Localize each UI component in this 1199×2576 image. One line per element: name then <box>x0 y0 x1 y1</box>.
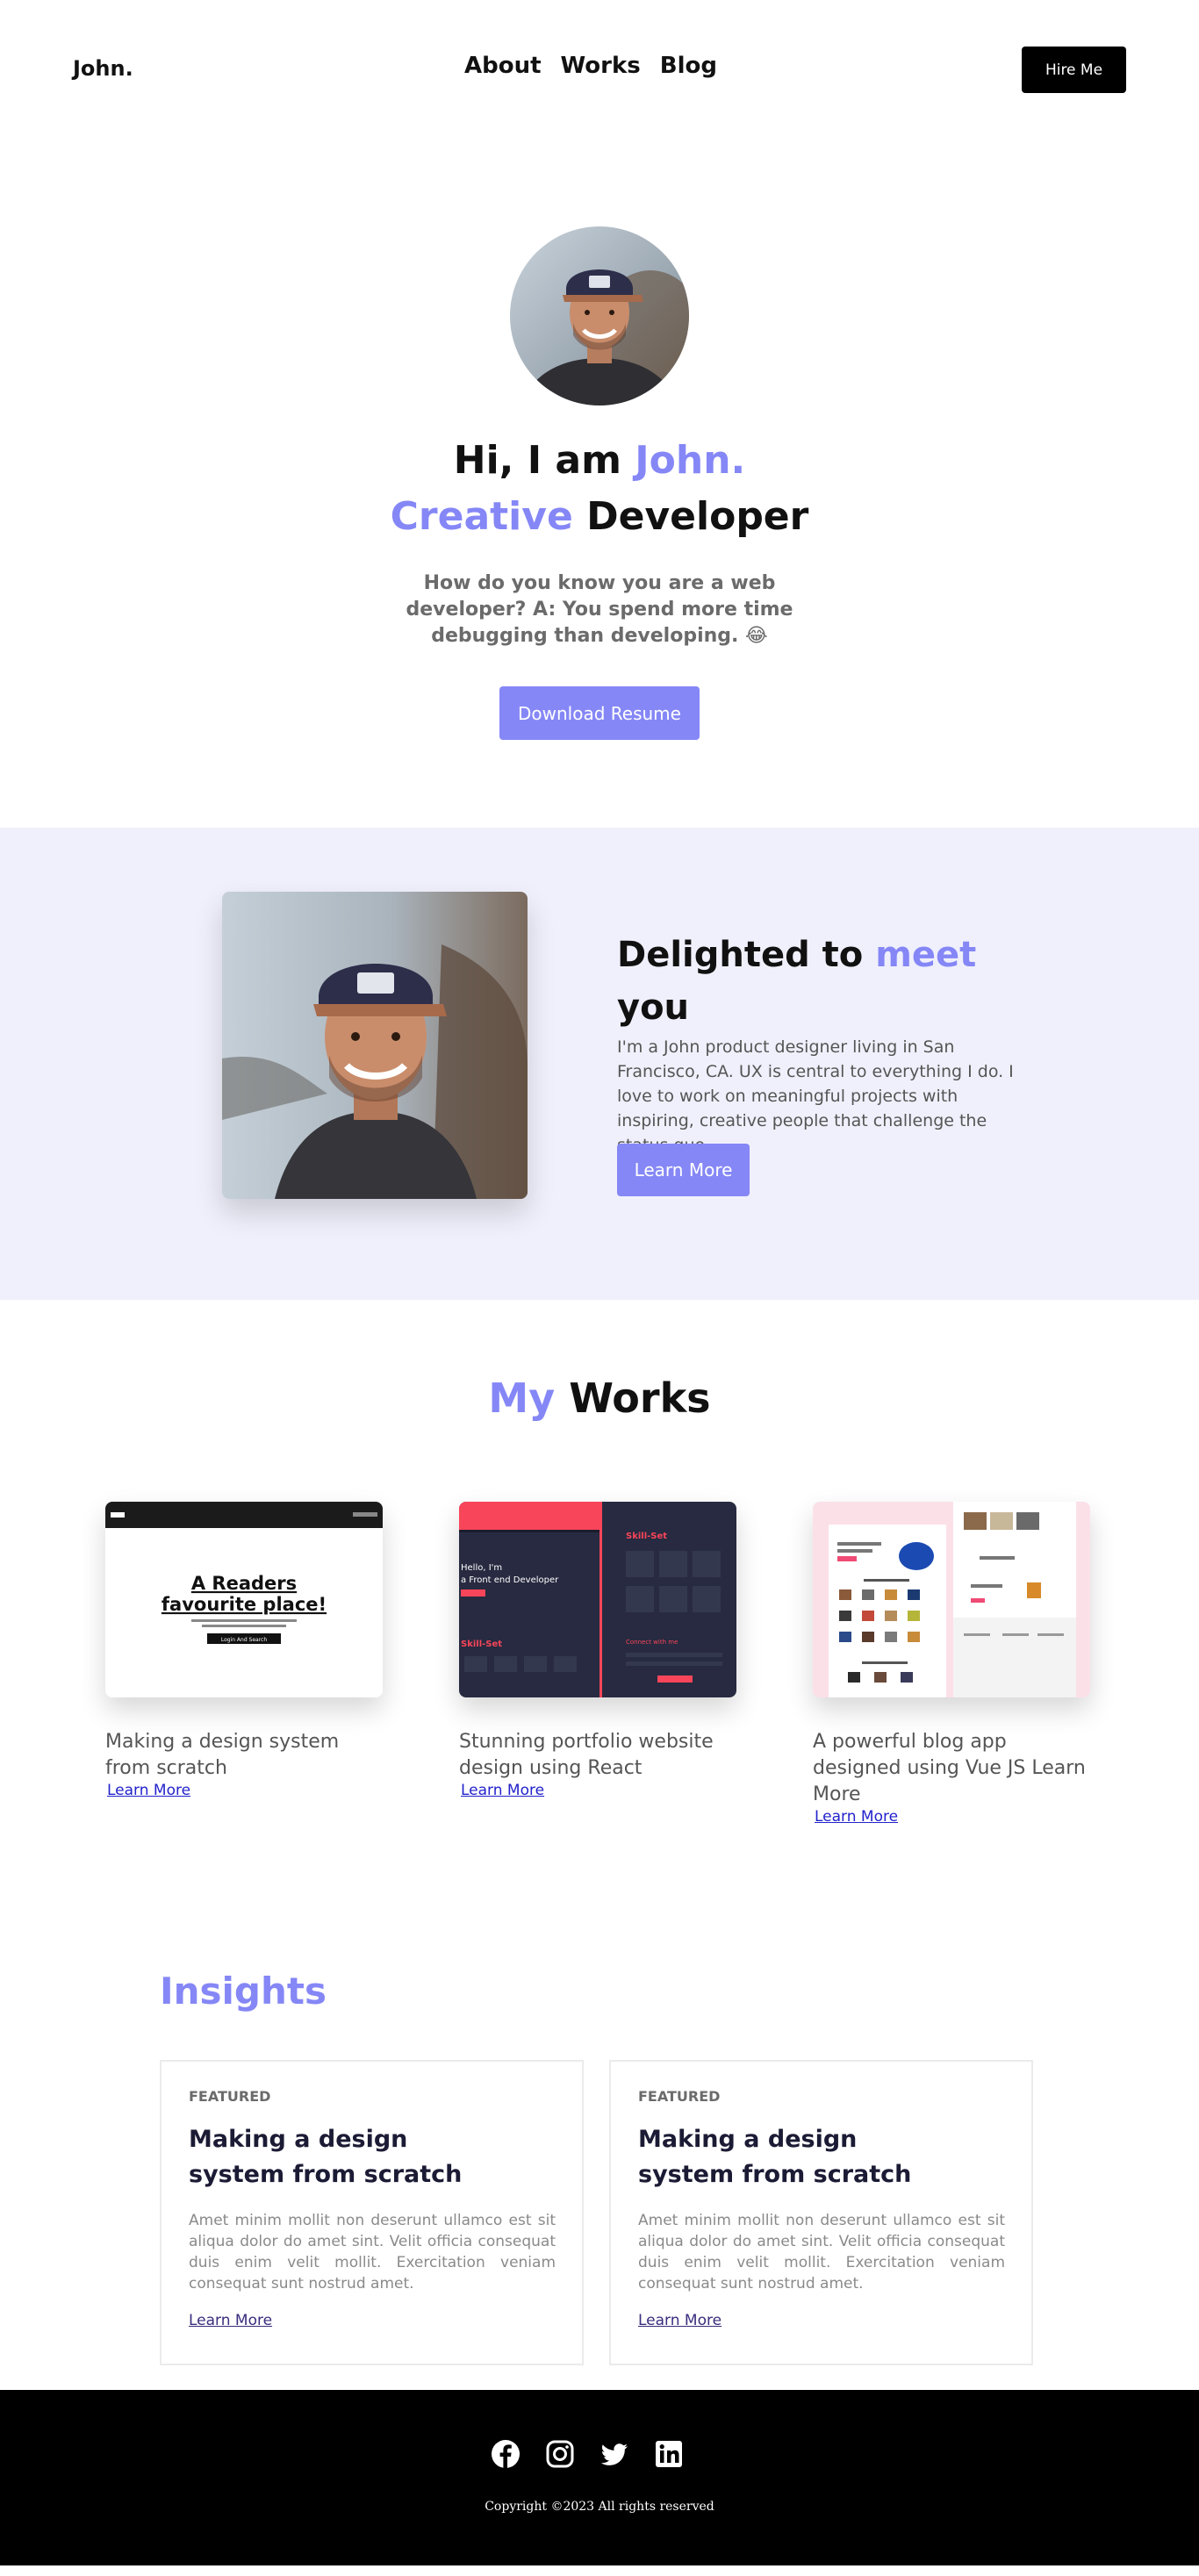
insights-section: Insights FEATURED Making a design system… <box>0 1908 1199 2390</box>
about-heading-part2: you <box>617 987 690 1028</box>
hero-name: John. <box>635 438 746 483</box>
work-description: Stunning portfolio website design using … <box>459 1731 714 1779</box>
hero-section: Hi, I am John. Creative Developer How do… <box>0 139 1199 828</box>
work-thumbnail-vue-blog[interactable] <box>813 1502 1090 1697</box>
work-description: A powerful blog app designed using Vue J… <box>813 1731 1086 1805</box>
about-heading: Delighted to meet you <box>617 929 986 1034</box>
site-header: John. About Works Blog Hire Me <box>0 0 1199 139</box>
insight-title: Making a design system from scratch <box>638 2126 912 2188</box>
nav-blog-link[interactable]: Blog <box>660 53 717 79</box>
insight-card: FEATURED Making a design system from scr… <box>160 2060 584 2365</box>
insights-heading: Insights <box>160 1970 327 2013</box>
site-logo[interactable]: John. <box>73 56 133 81</box>
thumb-heading-line2: favourite place! <box>162 1594 327 1615</box>
work-card: A Readers favourite place! Login And Sea… <box>105 1502 386 1799</box>
work-learn-more-link[interactable]: Learn More <box>107 1782 386 1799</box>
hero-joke: How do you know you are a web developer?… <box>406 572 793 647</box>
nav-about-link[interactable]: About <box>464 53 542 79</box>
hero-avatar <box>510 226 689 405</box>
works-heading: My Works <box>0 1374 1199 1422</box>
insight-body: Amet minim mollit non deserunt ullamco e… <box>189 2212 556 2293</box>
thumb-login-button: Login And Search <box>221 1637 268 1643</box>
hero-heading: Hi, I am John. Creative Developer <box>0 433 1199 545</box>
insight-tag: FEATURED <box>638 2088 721 2105</box>
site-footer: Copyright ©2023 All rights reserved <box>0 2390 1199 2565</box>
thumb-heading-line1: A Readers <box>191 1573 297 1594</box>
works-heading-rest: Works <box>555 1374 711 1422</box>
hero-role-accent: Creative <box>390 494 573 539</box>
thumb-dev-line: a Front end Developer <box>461 1575 559 1585</box>
hero-greeting-line: Hi, I am John. <box>0 433 1199 489</box>
about-heading-accent: meet <box>875 935 977 975</box>
about-photo <box>222 892 528 1199</box>
work-learn-more-link[interactable]: Learn More <box>815 1808 1094 1826</box>
insight-body: Amet minim mollit non deserunt ullamco e… <box>638 2212 1005 2293</box>
download-resume-button[interactable]: Download Resume <box>499 686 700 740</box>
work-thumbnail-readers[interactable]: A Readers favourite place! Login And Sea… <box>105 1502 383 1697</box>
work-learn-more-link[interactable]: Learn More <box>461 1782 740 1799</box>
about-section: Delighted to meet you I'm a John product … <box>0 828 1199 1300</box>
about-text: I'm a John product designer living in Sa… <box>617 1037 1014 1155</box>
social-links <box>490 2438 685 2470</box>
twitter-icon[interactable] <box>599 2438 630 2470</box>
thumb-skillset-left: Skill-Set <box>461 1640 502 1649</box>
insight-learn-more-link[interactable]: Learn More <box>189 2312 272 2329</box>
linkedin-icon[interactable] <box>653 2438 685 2470</box>
work-description: Making a design system from scratch <box>105 1731 340 1779</box>
insight-title: Making a design system from scratch <box>189 2126 463 2188</box>
copyright-text: Copyright ©2023 All rights reserved <box>485 2500 714 2514</box>
hero-greeting: Hi, I am <box>453 438 635 483</box>
work-thumbnail-react-portfolio[interactable]: Hello, I'm a Front end Developer Skill-S… <box>459 1502 736 1697</box>
facebook-icon[interactable] <box>490 2438 521 2470</box>
hero-role-line: Creative Developer <box>0 489 1199 545</box>
nav-works-link[interactable]: Works <box>561 53 641 79</box>
about-photo-image <box>222 892 528 1199</box>
work-card: A powerful blog app designed using Vue J… <box>813 1502 1094 1826</box>
insight-learn-more-link[interactable]: Learn More <box>638 2312 722 2329</box>
instagram-icon[interactable] <box>544 2438 576 2470</box>
hire-me-button[interactable]: Hire Me <box>1022 47 1126 93</box>
insight-tag: FEATURED <box>189 2088 271 2105</box>
thumb-skillset-right: Skill-Set <box>626 1532 667 1541</box>
about-heading-part1: Delighted to <box>617 935 876 975</box>
work-card: Hello, I'm a Front end Developer Skill-S… <box>459 1502 740 1799</box>
thumb-hello-line: Hello, I'm <box>461 1563 502 1573</box>
works-section: My Works A Readers favourite place! Logi… <box>0 1300 1199 1908</box>
insight-card: FEATURED Making a design system from scr… <box>609 2060 1033 2365</box>
thumb-connect: Connect with me <box>626 1639 678 1646</box>
works-heading-accent: My <box>488 1374 556 1422</box>
about-learn-more-button[interactable]: Learn More <box>617 1144 750 1196</box>
hero-avatar-image <box>510 226 689 405</box>
hero-role-rest: Developer <box>572 494 809 539</box>
main-nav: About Works Blog <box>464 53 717 79</box>
